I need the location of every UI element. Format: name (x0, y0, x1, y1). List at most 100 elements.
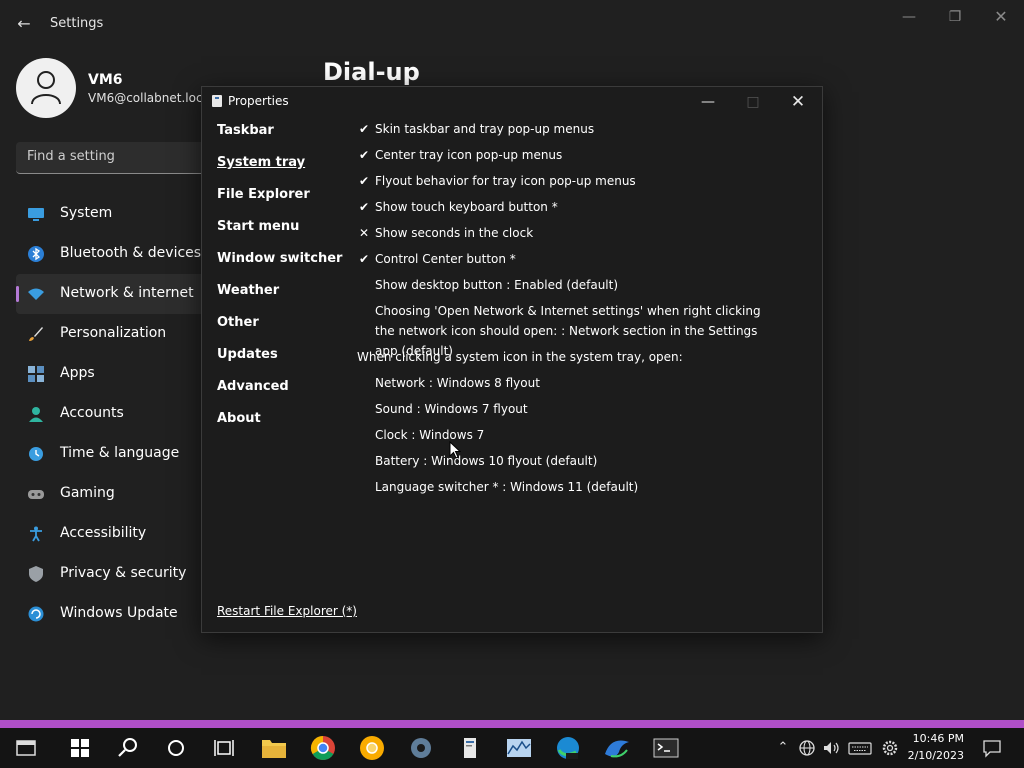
option-language-switcher[interactable]: Language switcher * : Windows 11 (defaul… (357, 479, 807, 505)
dialog-minimize-button[interactable]: — (688, 92, 728, 112)
sidebar-item-label: Time & language (60, 445, 180, 461)
tab-weather[interactable]: Weather (217, 283, 347, 315)
dialog-maximize-button[interactable]: □ (733, 92, 773, 112)
sidebar-item-personalization[interactable]: Personalization (16, 314, 206, 354)
chevron-up-icon[interactable]: ⌃ (773, 738, 793, 758)
clock-time[interactable]: 10:46 PM (913, 732, 964, 745)
back-arrow-icon[interactable]: ← (14, 14, 34, 34)
person-icon (31, 71, 61, 105)
search-input[interactable]: Find a setting (16, 142, 206, 174)
sidebar-item-accounts[interactable]: Accounts (16, 394, 206, 434)
globe-icon[interactable] (797, 738, 817, 758)
window-title: Settings (50, 16, 104, 31)
sidebar-item-system[interactable]: System (16, 194, 206, 234)
edge-dev-icon[interactable] (552, 734, 584, 762)
person-icon (29, 407, 43, 422)
sidebar-item-label: Apps (60, 365, 95, 381)
option-network-flyout[interactable]: Network : Windows 8 flyout (357, 375, 807, 401)
user-profile[interactable]: VM6 VM6@collabnet.local (16, 56, 213, 118)
start-windows-icon[interactable] (64, 734, 96, 762)
avatar (16, 58, 76, 118)
option-show-seconds[interactable]: ✕ Show seconds in the clock (357, 225, 807, 251)
option-center-tray-menus[interactable]: ✔ Center tray icon pop-up menus (357, 147, 807, 173)
sidebar-item-windows-update[interactable]: Windows Update (16, 594, 206, 634)
check-icon: ✔ (358, 252, 370, 266)
gamepad-icon (28, 490, 44, 499)
cross-icon: ✕ (358, 226, 370, 240)
update-icon (28, 606, 44, 622)
mouse-cursor-icon (449, 441, 461, 459)
search-placeholder: Find a setting (27, 149, 115, 164)
check-icon: ✔ (358, 200, 370, 214)
task-view-icon[interactable] (208, 734, 240, 762)
tab-system-tray[interactable]: System tray (217, 155, 347, 187)
shield-icon (29, 566, 43, 582)
search-icon[interactable] (112, 734, 144, 762)
desktop: ← Settings — ❐ ✕ VM6 VM6@collabnet.local… (0, 0, 1024, 768)
app-icon (212, 95, 222, 107)
tab-advanced[interactable]: Advanced (217, 379, 347, 411)
tab-taskbar[interactable]: Taskbar (217, 123, 347, 155)
sidebar-nav: System Bluetooth & devices Network & int… (16, 194, 206, 634)
sidebar-item-time-language[interactable]: Time & language (16, 434, 206, 474)
file-explorer-icon[interactable] (258, 734, 290, 762)
option-control-center[interactable]: ✔ Control Center button * (357, 251, 807, 277)
option-touch-keyboard[interactable]: ✔ Show touch keyboard button * (357, 199, 807, 225)
tray-section-header: When clicking a system icon in the syste… (357, 350, 683, 364)
sidebar-item-privacy[interactable]: Privacy & security (16, 554, 206, 594)
tab-list: Taskbar System tray File Explorer Start … (217, 123, 347, 443)
sidebar-item-bluetooth[interactable]: Bluetooth & devices (16, 234, 206, 274)
sidebar-item-network[interactable]: Network & internet (16, 274, 206, 314)
edge-insider-icon[interactable] (601, 734, 633, 762)
dialog-close-button[interactable]: ✕ (778, 92, 818, 112)
volume-icon[interactable] (821, 738, 841, 758)
restart-explorer-link[interactable]: Restart File Explorer (*) (217, 604, 357, 618)
apps-icon (28, 366, 44, 382)
option-skin-menus[interactable]: ✔ Skin taskbar and tray pop-up menus (357, 121, 807, 147)
chrome-icon[interactable] (307, 734, 339, 762)
tab-updates[interactable]: Updates (217, 347, 347, 379)
chrome-canary-icon[interactable] (356, 734, 388, 762)
option-clock-flyout[interactable]: Clock : Windows 7 (357, 427, 807, 453)
cortana-icon[interactable] (160, 734, 192, 762)
accent-strip (0, 720, 1024, 728)
option-network-settings[interactable]: Choosing 'Open Network & Internet settin… (357, 303, 807, 358)
sidebar-item-label: Network & internet (60, 285, 194, 301)
maximize-button[interactable]: ❐ (932, 6, 978, 28)
tab-other[interactable]: Other (217, 315, 347, 347)
option-flyout-behavior[interactable]: ✔ Flyout behavior for tray icon pop-up m… (357, 173, 807, 199)
sidebar-item-gaming[interactable]: Gaming (16, 474, 206, 514)
settings-gear-icon[interactable] (405, 734, 437, 762)
sidebar-item-label: Bluetooth & devices (60, 245, 202, 261)
tab-about[interactable]: About (217, 411, 347, 443)
terminal-icon[interactable] (650, 734, 682, 762)
properties-app-icon[interactable] (454, 734, 486, 762)
tab-start-menu[interactable]: Start menu (217, 219, 347, 251)
page-title: Dial-up (323, 58, 420, 86)
resource-monitor-icon[interactable] (503, 734, 535, 762)
tab-file-explorer[interactable]: File Explorer (217, 187, 347, 219)
close-button[interactable]: ✕ (978, 6, 1024, 28)
bluetooth-icon (28, 246, 44, 262)
taskbar: ⌃ 10:46 PM 2/10/2023 (0, 728, 1024, 768)
properties-dialog: Properties — □ ✕ Taskbar System tray Fil… (201, 86, 823, 633)
gear-icon[interactable] (880, 738, 900, 758)
tab-window-switcher[interactable]: Window switcher (217, 251, 347, 283)
sidebar-item-label: Personalization (60, 325, 167, 341)
clock-date[interactable]: 2/10/2023 (908, 749, 964, 762)
check-icon: ✔ (358, 148, 370, 162)
check-icon: ✔ (358, 122, 370, 136)
keyboard-icon[interactable] (848, 738, 872, 758)
desktop-icon[interactable] (10, 734, 42, 762)
user-email: VM6@collabnet.local (88, 91, 214, 105)
option-sound-flyout[interactable]: Sound : Windows 7 flyout (357, 401, 807, 427)
option-show-desktop[interactable]: Show desktop button : Enabled (default) (357, 277, 807, 303)
notification-icon[interactable] (982, 738, 1002, 758)
minimize-button[interactable]: — (886, 6, 932, 28)
sidebar-item-apps[interactable]: Apps (16, 354, 206, 394)
option-battery-flyout[interactable]: Battery : Windows 10 flyout (default) (357, 453, 807, 479)
sidebar-item-accessibility[interactable]: Accessibility (16, 514, 206, 554)
sidebar-item-label: Accessibility (60, 525, 147, 541)
accessibility-icon (30, 526, 42, 542)
monitor-icon (28, 208, 44, 221)
